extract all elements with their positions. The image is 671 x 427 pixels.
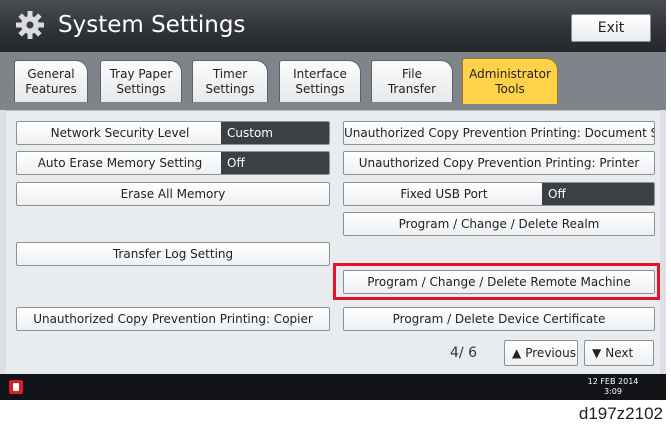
page-indicator: 4∕ 6 <box>450 345 477 361</box>
device-certificate-button[interactable]: Program / Delete Device Certificate <box>343 307 655 331</box>
page-title: System Settings <box>58 12 246 38</box>
tab-interface-settings[interactable]: Interface Settings <box>279 60 361 102</box>
program-delete-realm-button[interactable]: Program / Change / Delete Realm <box>343 212 655 236</box>
triangle-down-icon: ▼ <box>592 346 602 360</box>
auto-erase-memory-button[interactable]: Auto Erase Memory Setting Off <box>16 151 330 175</box>
tab-administrator-tools[interactable]: Administrator Tools <box>462 58 558 104</box>
tab-tray-paper-settings[interactable]: Tray Paper Settings <box>100 60 182 102</box>
fixed-usb-port-button[interactable]: Fixed USB Port Off <box>343 182 655 206</box>
tab-file-transfer[interactable]: File Transfer <box>371 60 453 102</box>
figure-caption: d197z2102 <box>578 404 663 423</box>
network-security-level-label: Network Security Level <box>50 126 190 140</box>
tab-timer-settings[interactable]: Timer Settings <box>192 60 268 102</box>
alert-icon <box>9 380 23 394</box>
copy-prevention-printer-button[interactable]: Unauthorized Copy Prevention Printing: P… <box>343 151 655 175</box>
fixed-usb-port-label: Fixed USB Port <box>400 187 488 201</box>
previous-label: Previous <box>525 346 576 360</box>
next-button[interactable]: ▼ Next <box>584 340 654 366</box>
highlight-box <box>333 263 660 300</box>
auto-erase-memory-label: Auto Erase Memory Setting <box>37 156 203 170</box>
fixed-usb-port-value: Off <box>542 183 654 205</box>
exit-button[interactable]: Exit <box>571 14 651 42</box>
status-bar: 12 FEB 2014 3:09 <box>0 374 666 400</box>
network-security-level-value: Custom <box>221 122 329 144</box>
title-bar: System Settings Exit <box>0 0 666 52</box>
auto-erase-memory-value: Off <box>221 152 329 174</box>
erase-all-memory-button[interactable]: Erase All Memory <box>16 182 330 206</box>
date-time: 12 FEB 2014 3:09 <box>583 377 643 397</box>
copy-prevention-copier-button[interactable]: Unauthorized Copy Prevention Printing: C… <box>16 307 330 331</box>
tab-bar: General Features Tray Paper Settings Tim… <box>0 52 666 110</box>
gear-icon <box>16 11 44 39</box>
date: 12 FEB 2014 <box>587 377 639 386</box>
previous-button[interactable]: ▲ Previous <box>504 340 578 366</box>
triangle-up-icon: ▲ <box>512 346 522 360</box>
copy-prevention-docserver-button[interactable]: Unauthorized Copy Prevention Printing: D… <box>343 121 655 145</box>
next-label: Next <box>605 346 634 360</box>
tab-general-features[interactable]: General Features <box>14 60 88 102</box>
transfer-log-setting-button[interactable]: Transfer Log Setting <box>16 242 330 266</box>
screen: System Settings Exit General Features Tr… <box>0 0 666 400</box>
time: 3:09 <box>604 387 622 396</box>
network-security-level-button[interactable]: Network Security Level Custom <box>16 121 330 145</box>
